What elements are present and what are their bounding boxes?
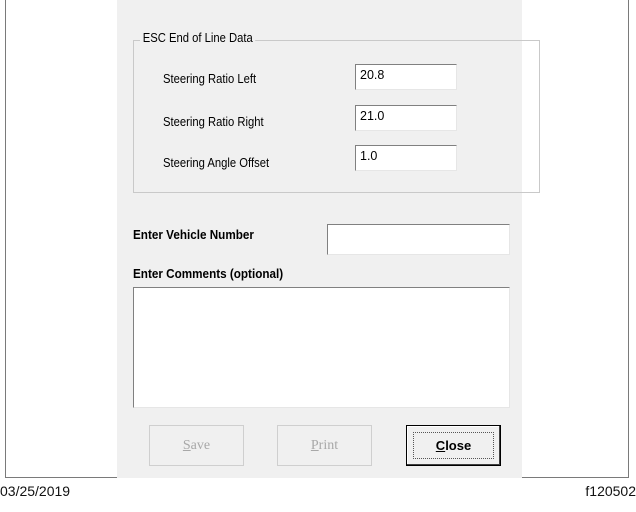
comments-textarea[interactable]	[133, 287, 510, 408]
save-button-label: ave	[190, 438, 211, 453]
steering-angle-offset-field[interactable]: 1.0	[355, 145, 457, 171]
save-button[interactable]: Save	[149, 425, 244, 466]
comments-label: Enter Comments (optional)	[133, 266, 284, 281]
print-button-label: rint	[318, 438, 339, 453]
steering-ratio-right-field[interactable]: 21.0	[355, 105, 457, 131]
steering-angle-offset-label: Steering Angle Offset	[163, 156, 270, 170]
focus-rectangle	[413, 432, 494, 459]
footer-figure-id: f120502	[585, 483, 636, 499]
steering-ratio-left-field[interactable]: 20.8	[355, 64, 457, 90]
footer-date: 03/25/2019	[0, 483, 71, 499]
groupbox-title: ESC End of Line Data	[140, 31, 256, 45]
vehicle-number-input[interactable]	[327, 224, 510, 255]
vehicle-number-label: Enter Vehicle Number	[133, 227, 254, 242]
print-button[interactable]: Print	[277, 425, 372, 466]
close-button[interactable]: Close	[406, 425, 501, 466]
print-button-mnemonic: P	[310, 438, 319, 453]
steering-ratio-right-label: Steering Ratio Right	[163, 115, 264, 129]
steering-ratio-left-label: Steering Ratio Left	[163, 72, 257, 86]
save-button-mnemonic: S	[182, 438, 191, 453]
